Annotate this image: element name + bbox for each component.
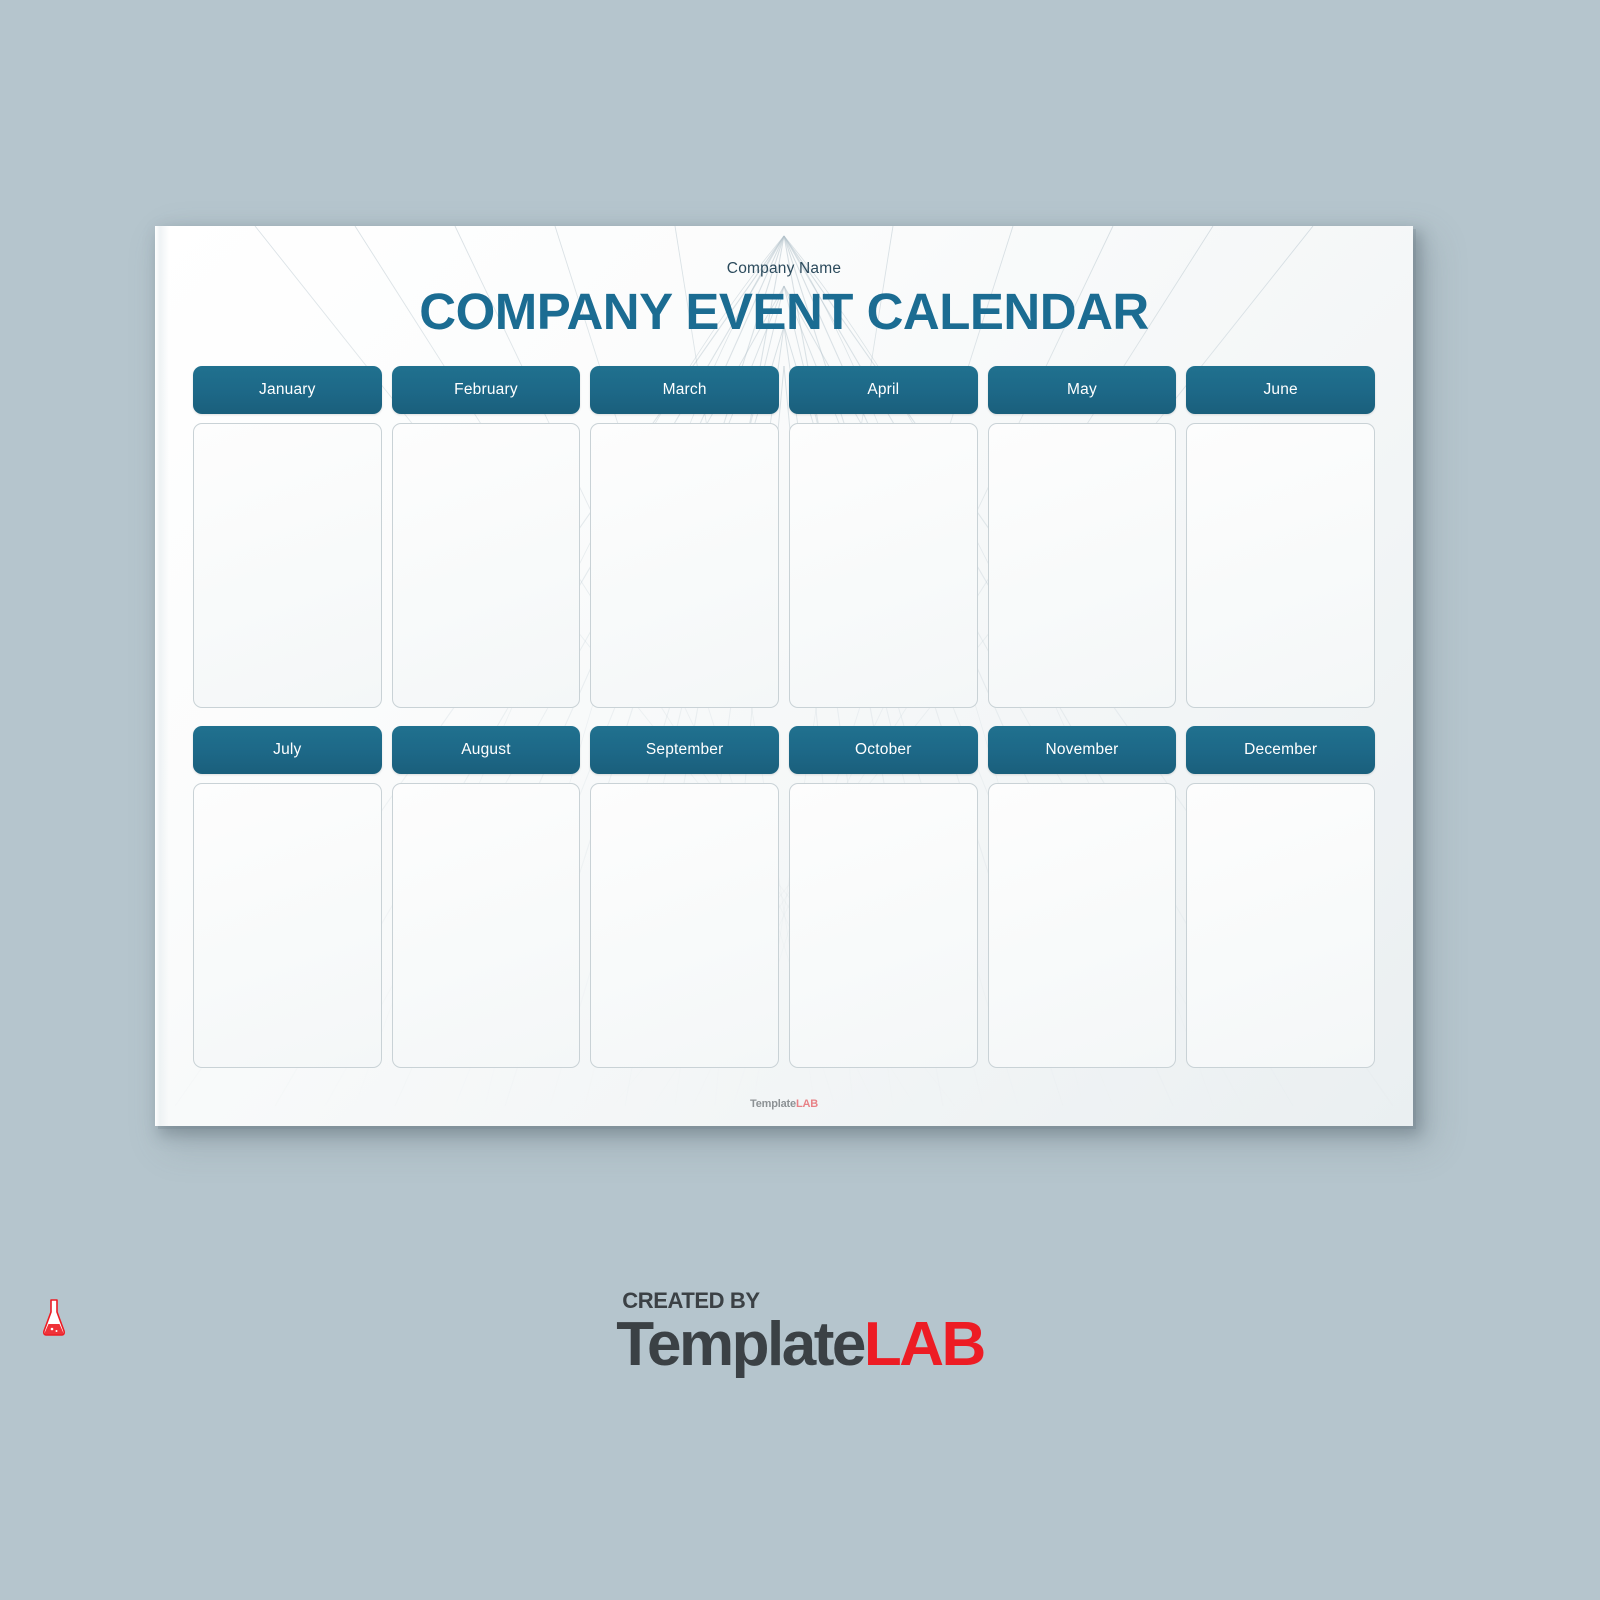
month-header-april[interactable]: April — [789, 366, 978, 415]
watermark-created-by-label: CREATED BY — [622, 1288, 760, 1313]
calendar-content: Company Name COMPANY EVENT CALENDAR Janu… — [155, 226, 1413, 1126]
month-header-february[interactable]: February — [391, 366, 581, 415]
month-notes-cell-december[interactable] — [1186, 783, 1375, 1069]
month-label: June — [1263, 381, 1298, 399]
month-header-september[interactable]: September — [590, 726, 779, 775]
month-notes-cell-may[interactable] — [987, 423, 1177, 709]
month-header-july[interactable]: July — [193, 726, 382, 775]
month-header-october[interactable]: October — [789, 726, 978, 775]
month-label: October — [855, 741, 912, 759]
footer-brand-template: Template — [750, 1098, 796, 1110]
month-label: February — [454, 381, 518, 399]
month-notes-cell-august[interactable] — [391, 783, 581, 1069]
calendar-sheet: Company Name COMPANY EVENT CALENDAR Janu… — [155, 226, 1413, 1126]
flask-icon — [43, 1299, 65, 1336]
month-label: July — [273, 741, 302, 759]
month-notes-cell-april[interactable] — [789, 423, 978, 709]
month-header-row-first-half: January February March April May June — [193, 366, 1375, 415]
month-label: December — [1244, 741, 1318, 759]
month-label: May — [1067, 381, 1097, 399]
month-label: September — [645, 741, 724, 759]
month-header-december[interactable]: December — [1186, 726, 1375, 775]
month-label: August — [461, 741, 511, 759]
logo-text-lab: LAB — [863, 1310, 986, 1379]
month-notes-cell-february[interactable] — [391, 423, 581, 709]
month-notes-cell-november[interactable] — [987, 783, 1177, 1069]
month-cell-row-first-half — [193, 423, 1375, 709]
month-label: March — [662, 381, 707, 399]
footer-brand-lab: LAB — [795, 1098, 818, 1110]
page-title: COMPANY EVENT CALENDAR — [419, 283, 1149, 340]
month-label: April — [867, 381, 900, 399]
month-header-row-second-half: July August September October November D… — [193, 726, 1375, 775]
logo-text-template: Template — [616, 1310, 866, 1379]
month-label: November — [1045, 741, 1119, 759]
month-notes-cell-july[interactable] — [193, 783, 382, 1069]
month-label: January — [259, 381, 316, 399]
month-header-march[interactable]: March — [590, 366, 779, 415]
created-by-watermark: CREATED BY Template LAB — [0, 1290, 1600, 1376]
month-notes-cell-march[interactable] — [590, 423, 779, 709]
templatelab-logo: Template LAB — [43, 1299, 986, 1379]
month-header-june[interactable]: June — [1186, 366, 1375, 415]
month-header-january[interactable]: January — [193, 366, 382, 415]
month-header-november[interactable]: November — [987, 726, 1177, 775]
month-header-august[interactable]: August — [391, 726, 581, 775]
calendar-sheet-wrapper: Company Name COMPANY EVENT CALENDAR Janu… — [155, 226, 1413, 1126]
month-header-may[interactable]: May — [987, 366, 1177, 415]
sheet-footer-brand: TemplateLAB — [193, 1098, 1375, 1126]
row-spacer — [193, 708, 1375, 726]
company-name-label[interactable]: Company Name — [193, 260, 1375, 278]
month-notes-cell-june[interactable] — [1186, 423, 1375, 709]
month-notes-cell-october[interactable] — [789, 783, 978, 1069]
month-notes-cell-january[interactable] — [193, 423, 382, 709]
month-notes-cell-september[interactable] — [590, 783, 779, 1069]
month-cell-row-second-half — [193, 783, 1375, 1069]
